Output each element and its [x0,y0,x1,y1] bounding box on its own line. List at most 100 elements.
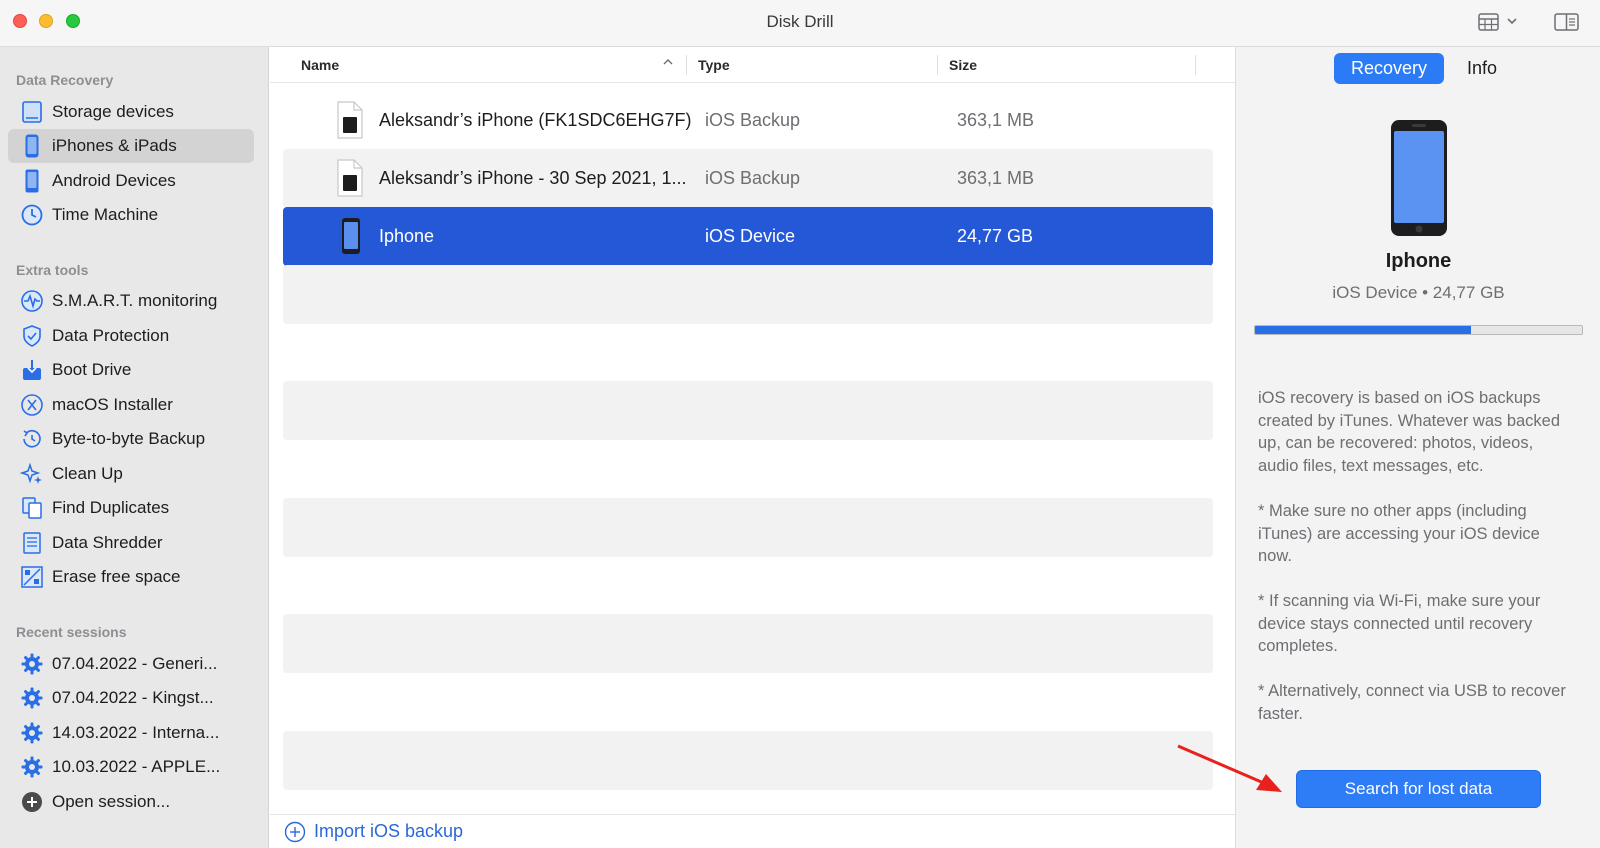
sidebar-item-label: Time Machine [52,205,159,224]
gear-icon [18,753,46,781]
row-size: 24,77 GB [957,226,1034,246]
iphone-icon [335,216,365,261]
row-size: 363,1 MB [957,168,1035,188]
title-bar: Disk Drill [0,0,1600,47]
sidebar-item-label: macOS Installer [52,395,173,414]
row-size: 363,1 MB [957,110,1035,130]
info-paragraph: * Alternatively, connect via USB to reco… [1258,682,1566,723]
table-header: Name Type Size [270,47,1235,83]
iphone-device-image [1390,119,1448,242]
sidebar-item-boot-drive[interactable]: Boot Drive [8,353,254,387]
device-subtitle: iOS Device • 24,77 GB [1332,283,1505,302]
backup-file-icon [335,158,365,203]
sidebar-item-recent-session[interactable]: 07.04.2022 - Kingst... [8,681,254,715]
pulse-icon [18,287,46,315]
info-paragraph: iOS recovery is based on iOS backups cre… [1258,389,1561,475]
disk-usage-bar [1254,325,1583,335]
gear-icon [18,719,46,747]
view-options-icon[interactable] [1478,12,1522,39]
gear-icon [18,650,46,678]
section-title-data-recovery: Data Recovery [16,72,114,88]
sidebar-item-byte-to-byte-backup[interactable]: Byte-to-byte Backup [8,422,254,456]
sidebar-item-data-shredder[interactable]: Data Shredder [8,526,254,560]
table-row-selected[interactable]: Iphone iOS Device 24,77 GB [283,207,1213,266]
sidebar-item-label: Open session... [52,792,171,811]
sidebar-item-recent-session[interactable]: 07.04.2022 - Generi... [8,647,254,681]
row-type: iOS Backup [705,168,801,188]
tab-recovery[interactable]: Recovery [1334,53,1444,84]
plus-circle-icon [18,788,46,816]
sidebar-item-storage-devices[interactable]: Storage devices [8,95,254,129]
sidebar-item-data-protection[interactable]: Data Protection [8,319,254,353]
sidebar-item-macos-installer[interactable]: macOS Installer [8,388,254,422]
sidebar-item-time-machine[interactable]: Time Machine [8,198,254,232]
window-title: Disk Drill [766,12,834,31]
boot-drive-icon [18,356,46,384]
sidebar-item-iphones-ipads[interactable]: iPhones & iPads [8,129,254,163]
section-title-extra-tools: Extra tools [16,262,89,278]
sidebar-item-label: Storage devices [52,102,174,121]
sidebar-item-label: S.M.A.R.T. monitoring [52,291,218,310]
sidebar-item-label: iPhones & iPads [52,136,177,155]
empty-row [283,731,1213,790]
shield-icon [18,322,46,350]
sidebar-item-label: 07.04.2022 - Generi... [52,654,218,673]
empty-row [283,381,1213,440]
device-list: Name Type Size Aleksandr’s iPhone (FK1SD… [270,47,1235,848]
table-row[interactable]: Aleksandr’s iPhone (FK1SDC6EHG7F) iOS Ba… [283,91,1213,150]
iphone-icon [18,132,46,160]
annotation-arrow-icon [1170,742,1290,805]
sparkles-icon [18,460,46,488]
sidebar: Data Recovery Storage devices iPhones & … [0,47,269,848]
import-ios-backup-link[interactable]: Import iOS backup [314,821,463,842]
sidebar-item-label: Android Devices [52,171,176,190]
import-bar: Import iOS backup [270,814,1235,848]
android-phone-icon [18,167,46,195]
sidebar-item-label: Boot Drive [52,360,132,379]
info-paragraph: * Make sure no other apps (including iTu… [1258,502,1540,565]
clock-backup-icon [18,425,46,453]
disk-usage-fill [1255,326,1471,334]
info-paragraph: * If scanning via Wi-Fi, make sure your … [1258,592,1541,655]
sidebar-item-label: Byte-to-byte Backup [52,429,206,448]
sidebar-item-label: Clean Up [52,464,123,483]
empty-row [283,614,1213,673]
sidebar-item-clean-up[interactable]: Clean Up [8,457,254,491]
sidebar-item-recent-session[interactable]: 10.03.2022 - APPLE... [8,750,254,784]
toggle-panel-icon[interactable] [1554,12,1580,39]
search-for-lost-data-button[interactable]: Search for lost data [1296,770,1541,808]
row-name: Aleksandr’s iPhone - 30 Sep 2021, 1... [379,168,687,188]
empty-row [283,265,1213,324]
erase-space-icon [18,563,46,591]
sidebar-item-label: Data Shredder [52,533,163,552]
row-name: Aleksandr’s iPhone (FK1SDC6EHG7F) [379,110,692,130]
section-title-recent-sessions: Recent sessions [16,624,127,640]
column-header-type[interactable]: Type [698,57,730,73]
sort-ascending-icon[interactable] [662,55,674,71]
sidebar-item-find-duplicates[interactable]: Find Duplicates [8,491,254,525]
sidebar-item-label: Erase free space [52,567,181,586]
column-header-size[interactable]: Size [949,57,977,73]
row-name: Iphone [379,226,435,246]
sidebar-item-label: 07.04.2022 - Kingst... [52,688,214,707]
sidebar-item-android-devices[interactable]: Android Devices [8,164,254,198]
duplicate-files-icon [18,494,46,522]
details-panel: Recovery Info Iphone iOS Device • 24,77 … [1235,47,1600,848]
hard-drive-icon [18,98,46,126]
empty-row [283,498,1213,557]
row-type: iOS Device [705,226,796,246]
sidebar-item-label: Find Duplicates [52,498,170,517]
sidebar-item-erase-free-space[interactable]: Erase free space [8,560,254,594]
sidebar-item-label: 10.03.2022 - APPLE... [52,757,221,776]
column-header-name[interactable]: Name [301,57,339,73]
tab-info[interactable]: Info [1452,53,1512,84]
time-machine-icon [18,201,46,229]
sidebar-item-recent-session[interactable]: 14.03.2022 - Interna... [8,716,254,750]
sidebar-item-open-session[interactable]: Open session... [8,785,254,819]
gear-icon [18,684,46,712]
sidebar-item-label: 14.03.2022 - Interna... [52,723,220,742]
plus-circle-icon[interactable] [284,821,306,843]
sidebar-item-smart-monitoring[interactable]: S.M.A.R.T. monitoring [8,284,254,318]
table-row[interactable]: Aleksandr’s iPhone - 30 Sep 2021, 1... i… [283,149,1213,208]
shredder-icon [18,529,46,557]
